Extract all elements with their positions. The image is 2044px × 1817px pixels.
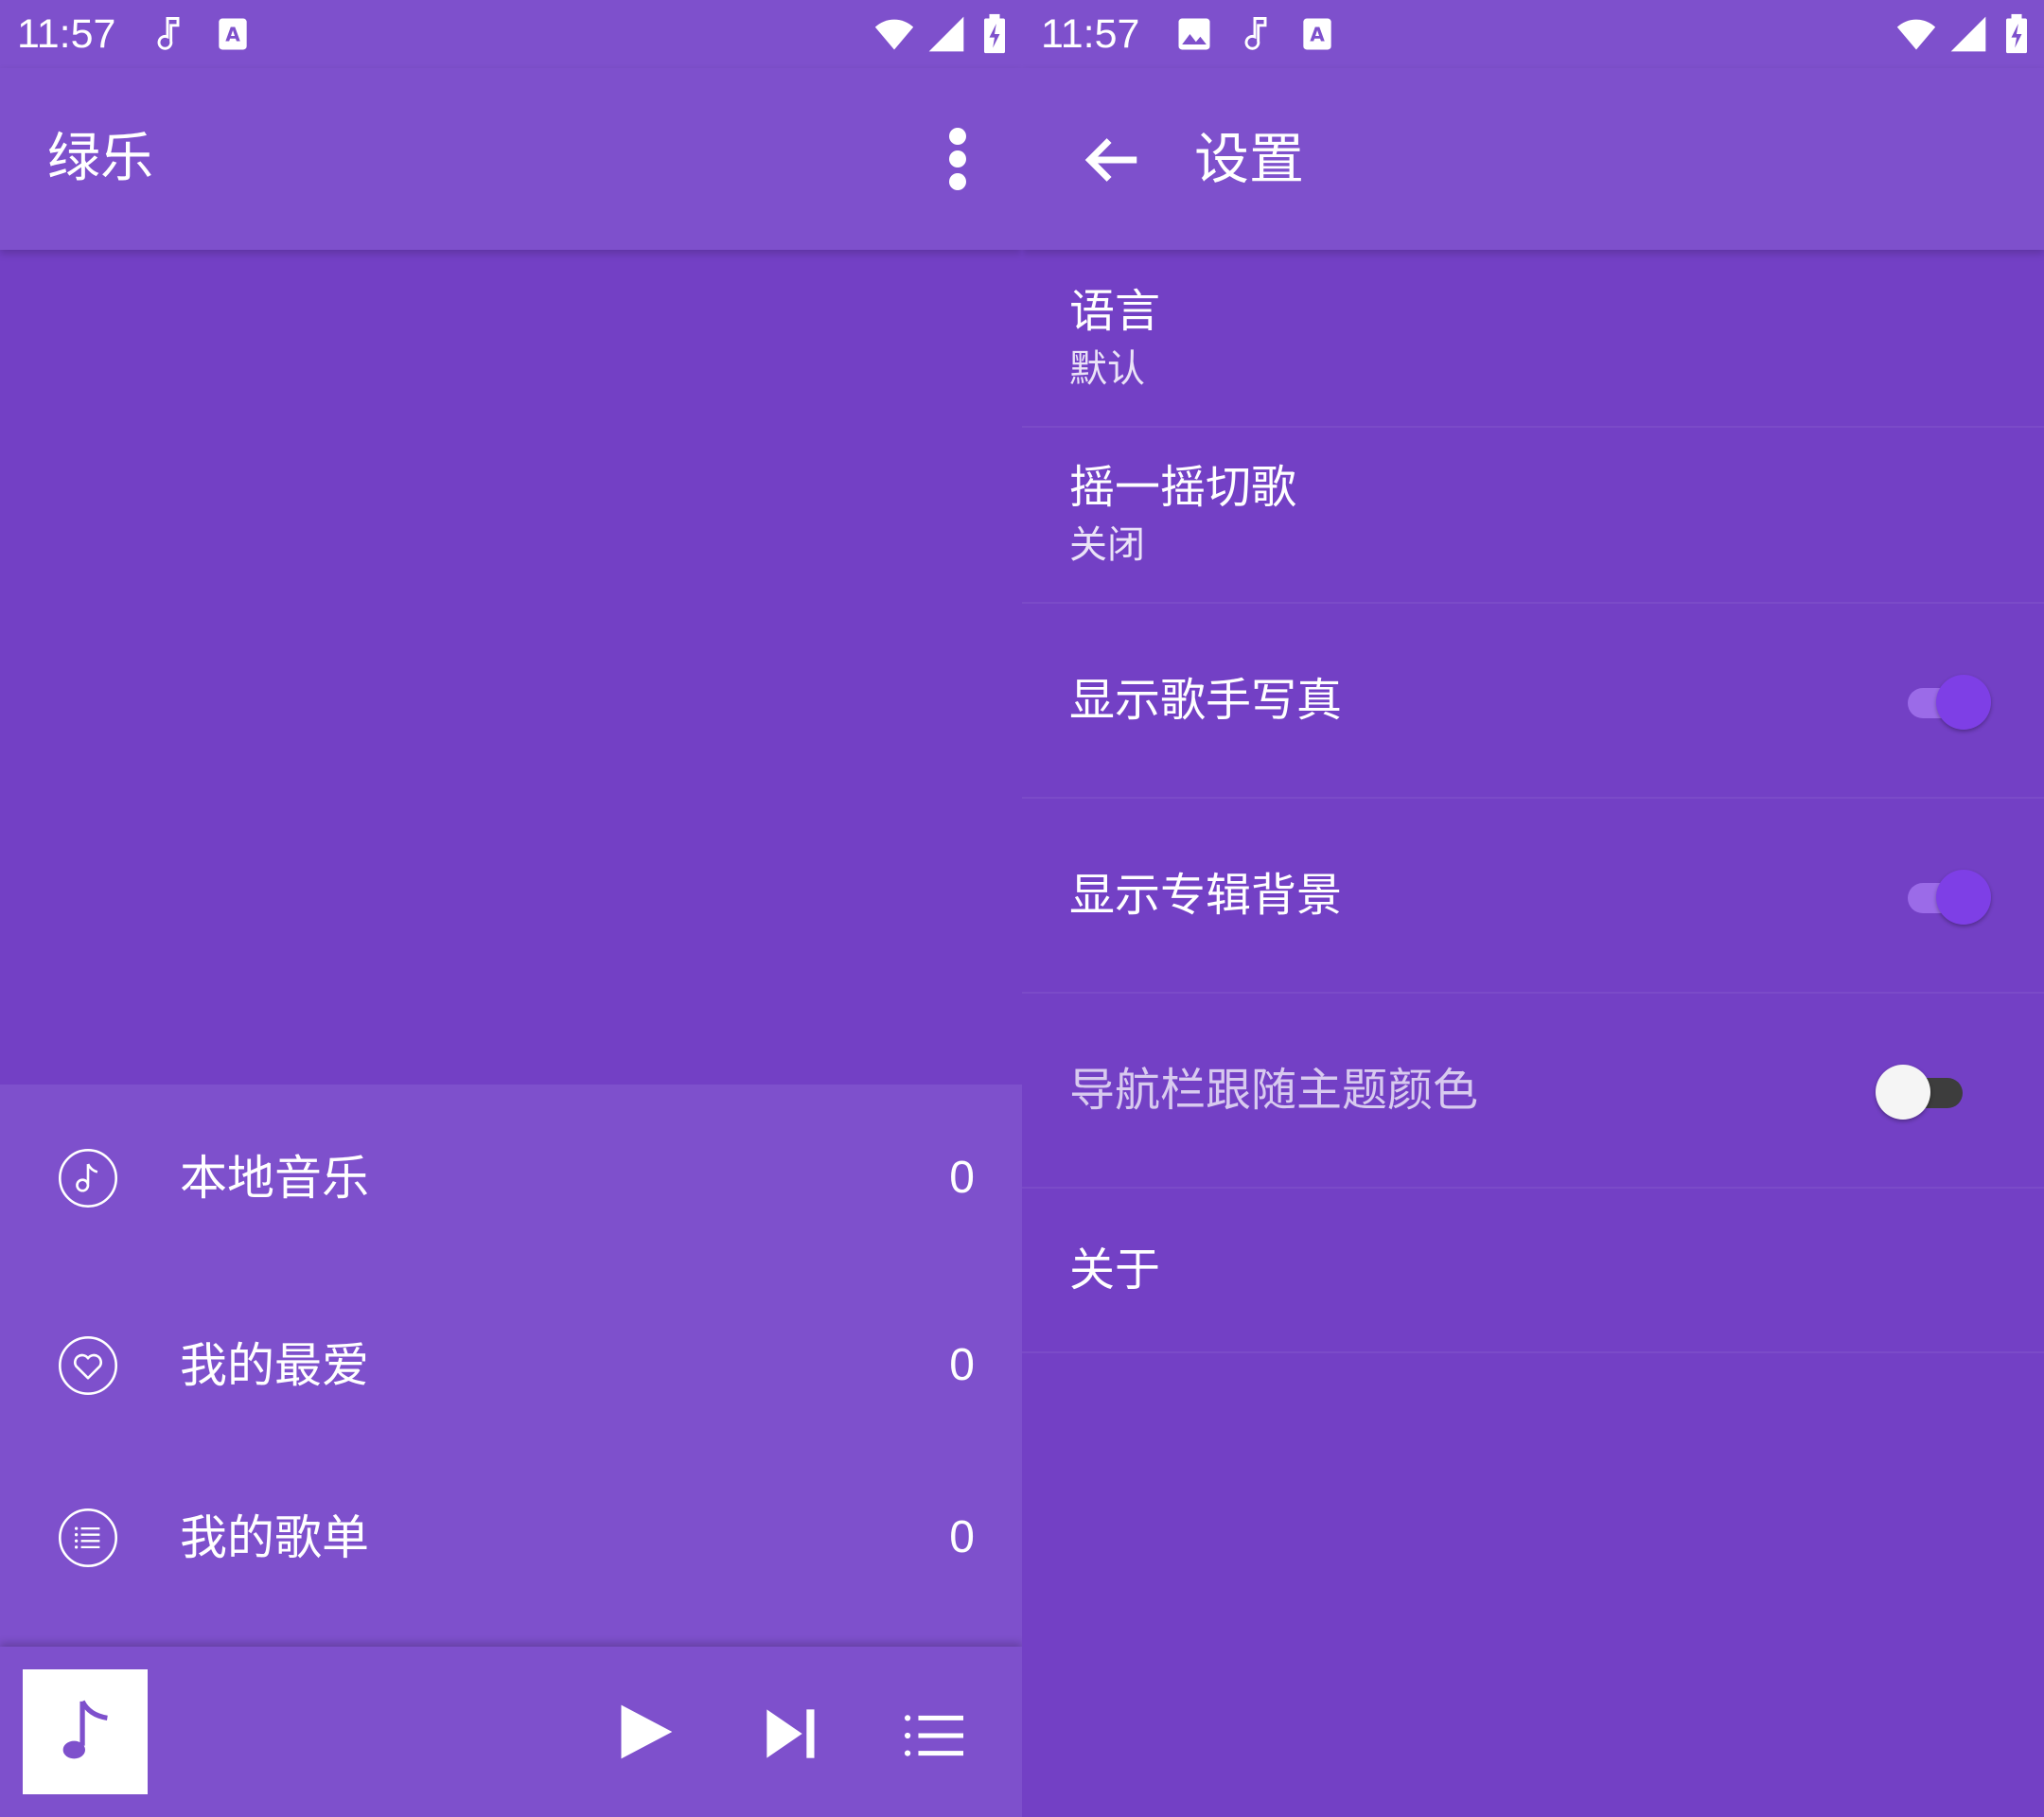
toggle-thumb bbox=[1876, 1065, 1930, 1120]
queue-list-icon[interactable] bbox=[905, 1713, 963, 1758]
keyboard-a-icon: A bbox=[219, 18, 247, 50]
setting-shake-to-skip[interactable]: 摇一摇切歌 关闭 bbox=[1022, 428, 2044, 604]
setting-subtitle: 默认 bbox=[1069, 347, 1145, 391]
cell-signal-icon bbox=[1950, 16, 1986, 52]
cell-signal-icon bbox=[928, 16, 964, 52]
setting-subtitle: 关闭 bbox=[1069, 523, 1145, 567]
toggle-thumb bbox=[1936, 870, 1991, 925]
status-time: 11:57 bbox=[17, 11, 116, 57]
setting-title: 显示歌手写真 bbox=[1069, 674, 1343, 727]
setting-nav-bar-theme-color[interactable]: 导航栏跟随主题颜色 bbox=[1022, 994, 2044, 1189]
album-art[interactable] bbox=[23, 1669, 148, 1794]
setting-title: 显示专辑背景 bbox=[1069, 869, 1343, 922]
menu-item-count: 0 bbox=[949, 1512, 975, 1562]
setting-show-artist-photo[interactable]: 显示歌手写真 bbox=[1022, 604, 2044, 799]
setting-about[interactable]: 关于 bbox=[1022, 1189, 2044, 1353]
mini-player bbox=[0, 1647, 1022, 1817]
menu-item-local-music[interactable]: 本地音乐 0 bbox=[0, 1085, 1022, 1272]
battery-charging-icon bbox=[984, 13, 1005, 54]
music-note-icon bbox=[1244, 17, 1267, 50]
status-bar: 11:57 A bbox=[1022, 0, 2044, 68]
playlist-circle-icon bbox=[58, 1508, 118, 1568]
app-bar: 绿乐 bbox=[0, 68, 1022, 250]
keyboard-a-icon: A bbox=[1303, 18, 1331, 50]
artist-photo-toggle[interactable] bbox=[1896, 667, 1991, 733]
wifi-icon bbox=[1896, 19, 1936, 50]
wifi-icon bbox=[874, 19, 914, 50]
play-icon[interactable] bbox=[613, 1700, 678, 1764]
menu-item-label: 我的最爱 bbox=[180, 1338, 369, 1393]
music-note-icon bbox=[157, 17, 180, 50]
setting-title: 关于 bbox=[1069, 1244, 1161, 1297]
setting-language[interactable]: 语言 默认 bbox=[1022, 250, 2044, 428]
svg-text:A: A bbox=[225, 23, 240, 45]
header-background bbox=[0, 250, 1022, 1085]
menu-item-favorites[interactable]: 我的最爱 0 bbox=[0, 1272, 1022, 1459]
battery-charging-icon bbox=[2006, 13, 2027, 54]
image-icon bbox=[1178, 18, 1210, 50]
status-time: 11:57 bbox=[1041, 11, 1140, 57]
svg-text:A: A bbox=[1310, 23, 1325, 45]
album-background-toggle[interactable] bbox=[1896, 862, 1991, 928]
page-title: 设置 bbox=[1194, 127, 1305, 191]
menu-item-count: 0 bbox=[949, 1340, 975, 1390]
music-note-icon bbox=[62, 1700, 108, 1759]
nav-bar-theme-toggle[interactable] bbox=[1876, 1057, 1970, 1123]
setting-title: 导航栏跟随主题颜色 bbox=[1069, 1064, 1479, 1117]
arrow-back-icon[interactable] bbox=[1079, 127, 1145, 193]
menu-item-label: 我的歌单 bbox=[180, 1510, 369, 1565]
home-screen: 11:57 A 绿乐 本地音乐 0 我的最爱 0 我的歌单 0 bbox=[0, 0, 1022, 1817]
heart-circle-icon bbox=[58, 1335, 118, 1396]
more-vert-icon[interactable] bbox=[933, 125, 982, 193]
skip-next-icon[interactable] bbox=[765, 1707, 818, 1760]
status-bar: 11:57 A bbox=[0, 0, 1022, 68]
app-title: 绿乐 bbox=[47, 128, 153, 189]
setting-title: 摇一摇切歌 bbox=[1069, 461, 1297, 514]
menu-item-label: 本地音乐 bbox=[180, 1151, 369, 1206]
setting-show-album-background[interactable]: 显示专辑背景 bbox=[1022, 799, 2044, 994]
library-menu: 本地音乐 0 我的最爱 0 我的歌单 0 bbox=[0, 1085, 1022, 1647]
menu-item-playlists[interactable]: 我的歌单 0 bbox=[0, 1459, 1022, 1647]
menu-item-count: 0 bbox=[949, 1153, 975, 1203]
music-note-circle-icon bbox=[58, 1148, 118, 1208]
toggle-thumb bbox=[1936, 675, 1991, 730]
app-bar: 设置 bbox=[1022, 68, 2044, 250]
setting-title: 语言 bbox=[1069, 285, 1161, 338]
settings-screen: 11:57 A 设置 语言 默认 摇一摇切歌 关闭 显示歌手写真 显示专辑背景 … bbox=[1022, 0, 2044, 1817]
